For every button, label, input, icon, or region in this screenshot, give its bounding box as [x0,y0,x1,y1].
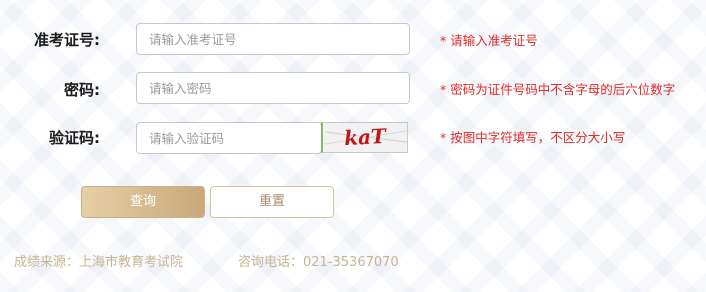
captcha-label: 验证码: [49,129,100,147]
exam-id-hint: * 请输入准考证号 [440,33,538,48]
captcha-input[interactable] [136,122,322,154]
password-hint: * 密码为证件号码中不含字母的后六位数字 [440,82,676,97]
exam-id-label: 准考证号: [34,31,100,49]
captcha-image[interactable]: kaT [321,122,408,153]
password-input[interactable] [136,72,410,104]
captcha-hint: * 按图中字符填写，不区分大小写 [440,130,626,145]
reset-button[interactable]: 重置 [210,186,334,218]
footer-source: 成绩来源：上海市教育考试院 [14,255,184,270]
exam-id-input[interactable] [136,23,410,55]
password-label: 密码: [64,81,100,99]
captcha-text: kaT [343,124,388,150]
footer-phone: 咨询电话：021-35367070 [238,255,399,270]
query-button[interactable]: 查询 [81,186,205,218]
